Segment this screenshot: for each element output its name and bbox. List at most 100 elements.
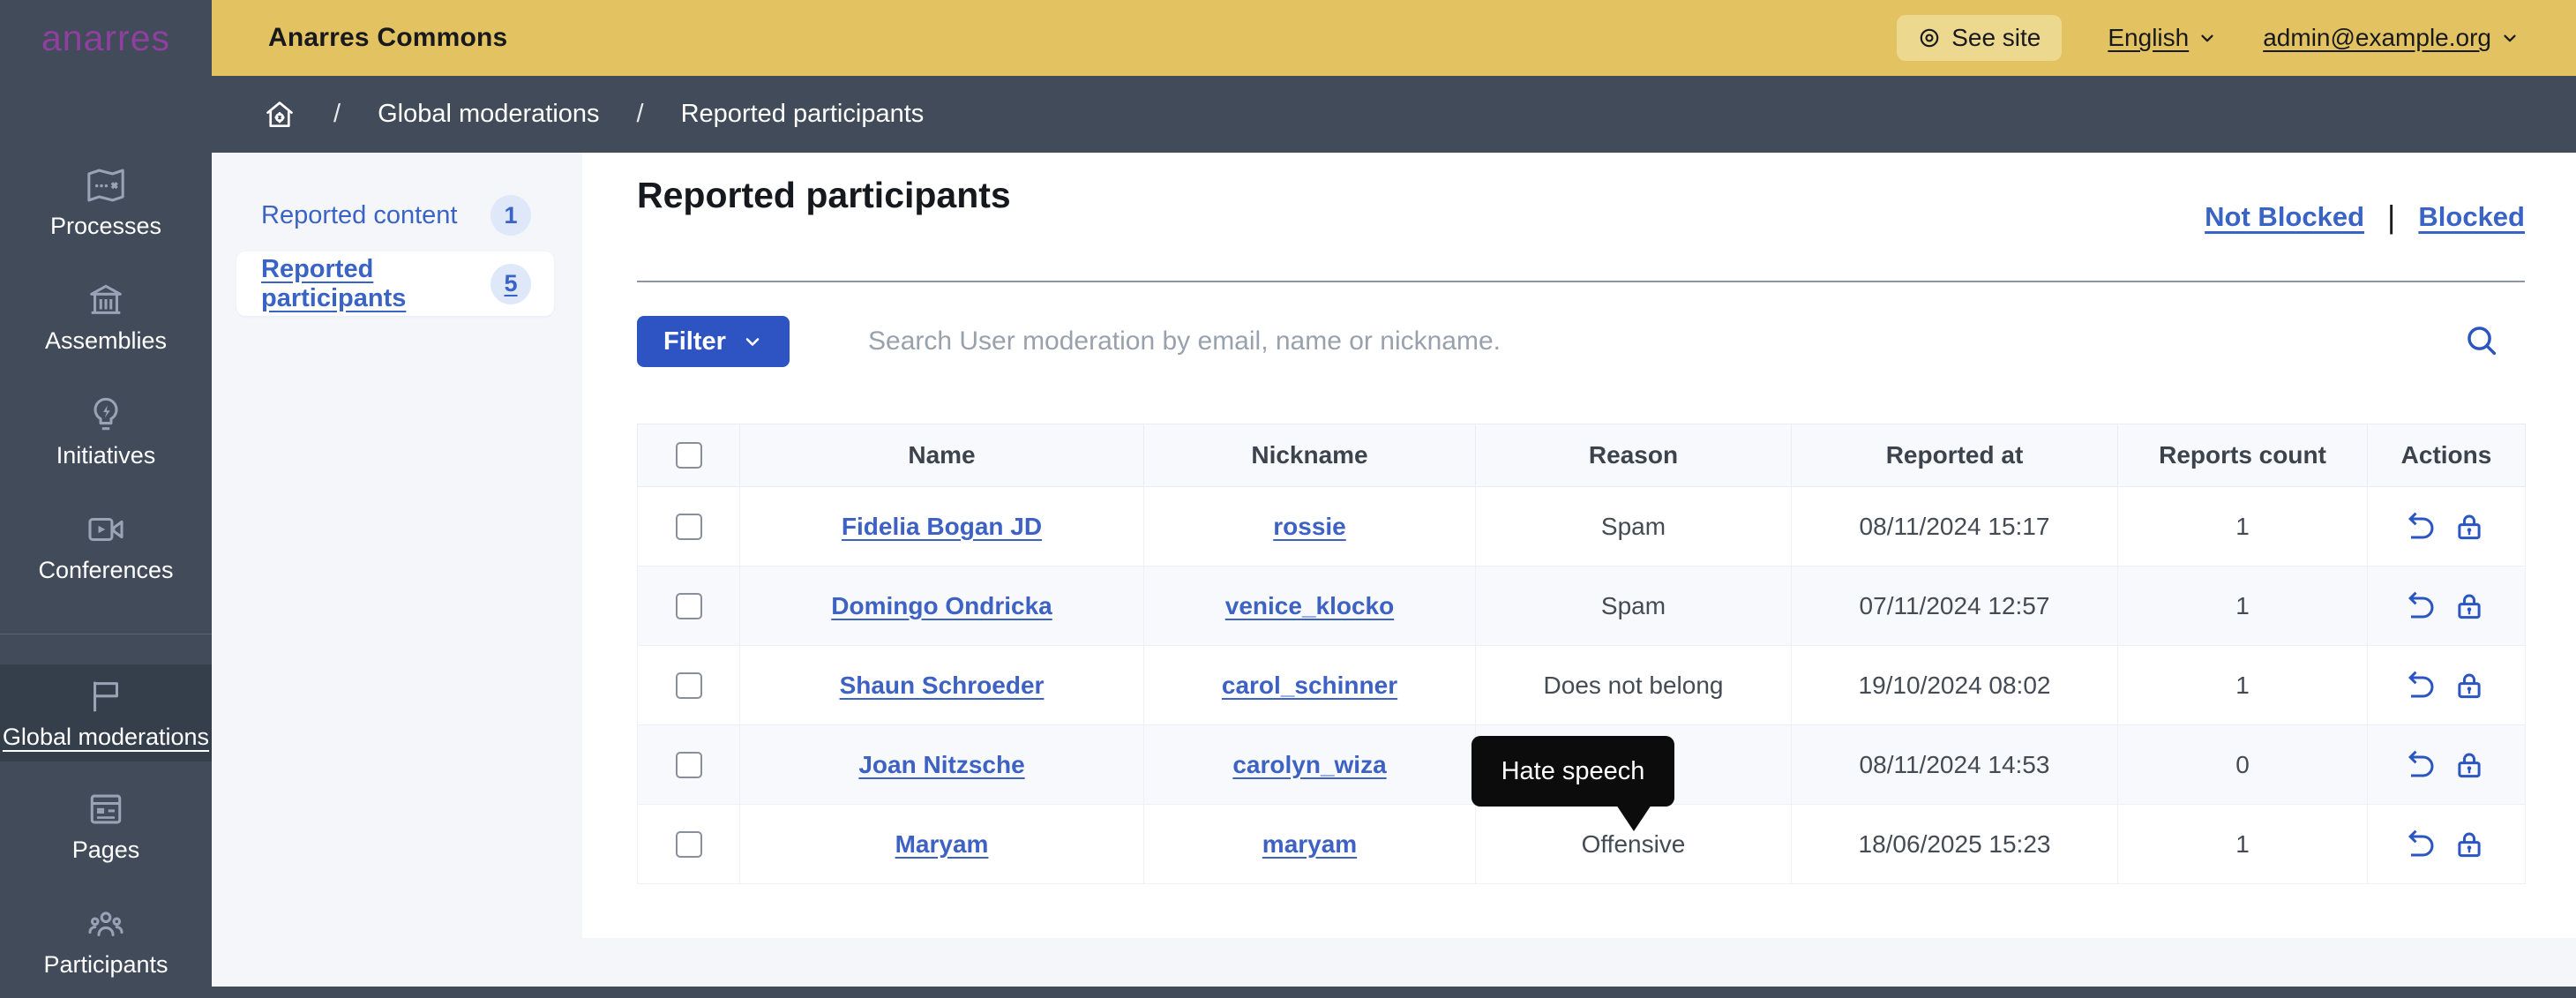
blocked-filter-tabs: Not Blocked | Blocked	[2205, 199, 2525, 236]
chevron-down-icon	[2500, 28, 2520, 48]
sidebar-item-assemblies[interactable]: Assemblies	[0, 259, 212, 374]
select-all-checkbox[interactable]	[676, 442, 702, 469]
topbar-actions: See site English admin@example.org	[1897, 15, 2520, 61]
search-icon	[2463, 322, 2500, 359]
subnav-item-reported-content[interactable]: Reported content 1	[236, 189, 554, 242]
row-checkbox[interactable]	[676, 831, 702, 858]
unreport-button[interactable]	[2406, 748, 2439, 782]
divider	[637, 281, 2525, 282]
sidebar-item-label: Conferences	[38, 557, 173, 584]
reason-cell: Does not belong	[1476, 646, 1792, 725]
row-checkbox[interactable]	[676, 672, 702, 699]
select-all-header	[638, 424, 740, 487]
language-menu[interactable]: English	[2108, 24, 2217, 52]
reported-at-cell: 19/10/2024 08:02	[1792, 646, 2118, 725]
search-button[interactable]	[2463, 320, 2504, 361]
building-icon	[86, 280, 126, 320]
row-checkbox[interactable]	[676, 514, 702, 540]
participant-name-link[interactable]: Domingo Ondricka	[831, 592, 1052, 619]
participant-nickname-link[interactable]: rossie	[1273, 513, 1346, 540]
block-user-button[interactable]	[2453, 510, 2487, 544]
sidebar-item-conferences[interactable]: Conferences	[0, 489, 212, 604]
unreport-button[interactable]	[2406, 589, 2439, 623]
language-label: English	[2108, 24, 2189, 52]
main-sidebar: Processes Assemblies Initiatives Confere…	[0, 76, 212, 987]
breadcrumb: / Global moderations / Reported particip…	[212, 76, 2576, 153]
tab-separator: |	[2387, 199, 2395, 236]
home-gear-icon	[263, 98, 296, 131]
participant-nickname-link[interactable]: maryam	[1262, 830, 1357, 858]
reason-cell: Spam	[1476, 567, 1792, 646]
account-menu[interactable]: admin@example.org	[2263, 24, 2520, 52]
reported-at-cell: 08/11/2024 15:17	[1792, 487, 2118, 567]
brand-logo[interactable]: anarres	[41, 18, 170, 59]
breadcrumb-separator: /	[637, 100, 644, 129]
tooltip-arrow	[1616, 805, 1651, 831]
sidebar-item-participants[interactable]: Participants	[0, 883, 212, 998]
live-circle-icon	[1918, 26, 1941, 49]
lock-icon	[2453, 829, 2485, 860]
row-checkbox[interactable]	[676, 752, 702, 778]
column-header-name: Name	[740, 424, 1144, 487]
participant-name-link[interactable]: Shaun Schroeder	[840, 672, 1045, 699]
home-link[interactable]	[263, 98, 296, 131]
sidebar-item-pages[interactable]: Pages	[0, 769, 212, 883]
column-header-reason: Reason	[1476, 424, 1792, 487]
see-site-label: See site	[1951, 24, 2041, 52]
arrow-go-back-icon	[2406, 670, 2437, 702]
unreport-button[interactable]	[2406, 510, 2439, 544]
sidebar-item-label: Assemblies	[45, 327, 167, 355]
table-row: Domingo Ondricka venice_klocko Spam 07/1…	[638, 567, 2526, 646]
sidebar-nav: Processes Assemblies Initiatives Confere…	[0, 76, 212, 998]
tab-blocked[interactable]: Blocked	[2418, 201, 2525, 233]
breadcrumb-global-moderations[interactable]: Global moderations	[378, 100, 599, 129]
see-site-button[interactable]: See site	[1897, 15, 2062, 61]
block-user-button[interactable]	[2453, 748, 2487, 782]
unreport-button[interactable]	[2406, 669, 2439, 702]
block-user-button[interactable]	[2453, 828, 2487, 861]
subnav-label: Reported content	[261, 201, 457, 230]
account-label: admin@example.org	[2263, 24, 2491, 52]
row-checkbox[interactable]	[676, 593, 702, 619]
tab-not-blocked[interactable]: Not Blocked	[2205, 201, 2364, 233]
reason-cell: Spam	[1476, 487, 1792, 567]
search-input[interactable]	[868, 316, 2385, 367]
column-header-reported-at: Reported at	[1792, 424, 2118, 487]
top-bar: Anarres Commons See site English admin@e…	[212, 0, 2576, 76]
sidebar-item-processes[interactable]: Processes	[0, 145, 212, 259]
chevron-down-icon	[742, 331, 763, 352]
participant-nickname-link[interactable]: carol_schinner	[1222, 672, 1397, 699]
main-content-panel: Reported participants Not Blocked | Bloc…	[582, 153, 2576, 938]
participant-name-link[interactable]: Joan Nitzsche	[858, 751, 1024, 778]
reported-participants-table: Name Nickname Reason Reported at Reports…	[637, 424, 2526, 884]
chevron-down-icon	[2198, 28, 2217, 48]
subnav-item-reported-participants[interactable]: Reported participants 5	[236, 251, 554, 316]
block-user-button[interactable]	[2453, 589, 2487, 623]
filter-button[interactable]: Filter	[637, 316, 790, 367]
unreport-button[interactable]	[2406, 828, 2439, 861]
sidebar-item-label: Global moderations	[3, 724, 209, 751]
map-icon	[86, 165, 126, 206]
reported-at-cell: 07/11/2024 12:57	[1792, 567, 2118, 646]
subnav-label: Reported participants	[261, 255, 490, 313]
count-badge: 1	[490, 195, 531, 236]
sidebar-item-global-moderations[interactable]: Global moderations	[0, 664, 212, 762]
block-user-button[interactable]	[2453, 669, 2487, 702]
table-row: Shaun Schroeder carol_schinner Does not …	[638, 646, 2526, 725]
lock-icon	[2453, 749, 2485, 781]
lock-icon	[2453, 590, 2485, 622]
participant-name-link[interactable]: Maryam	[895, 830, 989, 858]
reported-participants-admin-page: { "brand": { "logo_text": "anarres" }, "…	[0, 0, 2576, 987]
sidebar-item-label: Pages	[72, 837, 140, 864]
reason-tooltip-text: Hate speech	[1501, 757, 1645, 786]
reports-count-cell: 1	[2118, 805, 2368, 884]
people-icon	[86, 904, 126, 944]
sidebar-item-label: Processes	[50, 213, 161, 240]
participant-name-link[interactable]: Fidelia Bogan JD	[842, 513, 1042, 540]
sidebar-item-initiatives[interactable]: Initiatives	[0, 374, 212, 489]
participant-nickname-link[interactable]: carolyn_wiza	[1232, 751, 1386, 778]
count-badge: 5	[490, 264, 531, 304]
breadcrumb-reported-participants[interactable]: Reported participants	[681, 100, 925, 129]
participant-nickname-link[interactable]: venice_klocko	[1225, 592, 1394, 619]
arrow-go-back-icon	[2406, 511, 2437, 543]
